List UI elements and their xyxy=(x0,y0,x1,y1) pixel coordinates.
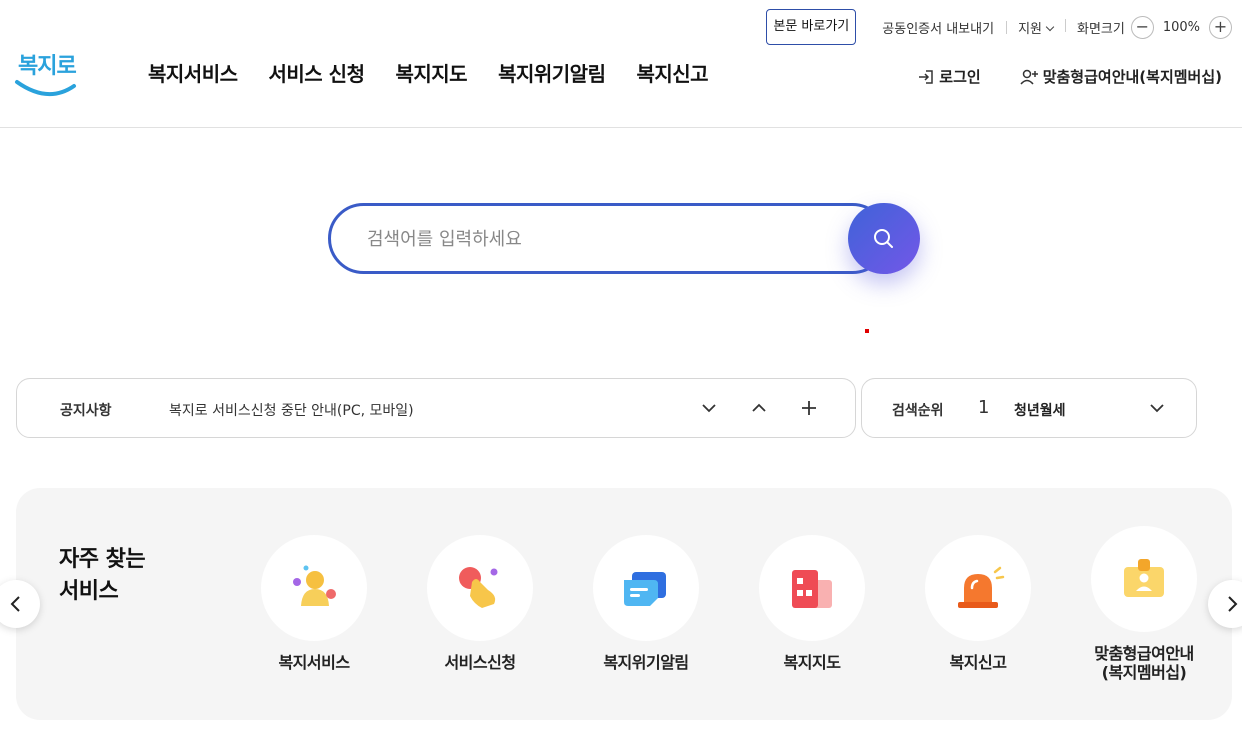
service-item-report[interactable]: 복지신고 xyxy=(925,535,1031,672)
support-menu[interactable]: 지원 xyxy=(1006,18,1065,37)
notice-bar: 공지사항 복지로 서비스신청 중단 안내(PC, 모바일) xyxy=(16,378,856,438)
service-label: 맞춤형급여안내 (복지멤버십) xyxy=(1091,644,1197,682)
service-item-apply[interactable]: 서비스신청 xyxy=(427,535,533,672)
service-label-line-2: (복지멤버십) xyxy=(1101,663,1187,682)
ranking-label: 검색순위 xyxy=(892,403,944,419)
service-item-crisis-alert[interactable]: 복지위기알림 xyxy=(593,535,699,672)
service-label: 복지서비스 xyxy=(278,653,350,672)
nav-welfare-service[interactable]: 복지서비스 xyxy=(148,58,238,87)
plus-icon xyxy=(802,401,816,415)
service-icon-circle xyxy=(759,535,865,641)
chevron-down-icon xyxy=(702,404,716,413)
chevron-left-icon xyxy=(10,596,20,612)
add-user-icon xyxy=(1020,69,1038,85)
service-label-line-1: 맞춤형급여안내 xyxy=(1094,644,1194,663)
notice-prev-button[interactable] xyxy=(746,395,772,421)
notice-label: 공지사항 xyxy=(60,403,112,419)
title-line-1: 자주 찾는 xyxy=(59,547,146,572)
person-icon xyxy=(293,565,336,606)
service-label: 복지지도 xyxy=(783,653,841,672)
service-icon-circle xyxy=(261,535,367,641)
nav-crisis-alert[interactable]: 복지위기알림 xyxy=(498,58,606,87)
zoom-out-button[interactable]: − xyxy=(1130,15,1154,39)
chevron-up-icon xyxy=(752,403,766,412)
service-label: 서비스신청 xyxy=(444,653,516,672)
membership-label: 맞춤형급여안내(복지멤버십) xyxy=(1042,68,1222,86)
cert-export-link[interactable]: 공동인증서 내보내기 xyxy=(870,18,1006,37)
service-icon-circle xyxy=(593,535,699,641)
zoom-label: 화면크기 xyxy=(1076,21,1125,37)
chevron-down-icon xyxy=(1045,22,1055,31)
service-item-welfare[interactable]: 복지서비스 xyxy=(261,535,367,672)
member-links: 로그인 맞춤형급여안내(복지멤버십) xyxy=(917,66,1222,87)
skip-to-content-link[interactable]: 본문 바로가기 xyxy=(766,9,857,45)
map-blocks-icon xyxy=(792,570,832,608)
search-button[interactable] xyxy=(848,203,920,274)
ranking-expand-button[interactable] xyxy=(1144,395,1170,421)
nav-service-apply[interactable]: 서비스 신청 xyxy=(269,58,365,87)
nav-welfare-map[interactable]: 복지지도 xyxy=(395,58,467,87)
ranking-keyword[interactable]: 청년월세 xyxy=(1014,400,1066,420)
hand-tap-icon xyxy=(459,567,498,608)
zoom-control: 화면크기 − 100% + xyxy=(1064,15,1232,39)
chevron-right-icon xyxy=(1228,596,1238,612)
service-icon-circle xyxy=(1091,526,1197,632)
support-label: 지원 xyxy=(1018,21,1042,37)
siren-icon xyxy=(958,566,1005,608)
service-label: 복지신고 xyxy=(949,653,1007,672)
frequent-services: 자주 찾는 서비스 복지서비스 서비스신청 복지위기알림 복지지도 복지신고 맞… xyxy=(16,488,1232,720)
login-label: 로그인 xyxy=(939,68,981,86)
nav-welfare-report[interactable]: 복지신고 xyxy=(636,58,708,87)
service-label: 복지위기알림 xyxy=(603,653,689,672)
search-icon xyxy=(874,228,893,248)
search-ranking: 검색순위 1 청년월세 xyxy=(861,378,1197,438)
frequent-services-title: 자주 찾는 서비스 xyxy=(59,544,146,608)
search-input[interactable] xyxy=(367,224,837,254)
logo-smile-icon xyxy=(15,80,76,97)
login-icon xyxy=(919,69,934,84)
chevron-down-icon xyxy=(1150,404,1164,413)
message-icon xyxy=(624,572,666,606)
logo[interactable]: 복지로 xyxy=(14,48,80,100)
search-box xyxy=(328,203,888,274)
marker-dot xyxy=(865,329,869,333)
header-divider xyxy=(0,127,1242,128)
notice-more-button[interactable] xyxy=(796,395,822,421)
title-line-2: 서비스 xyxy=(59,579,119,604)
id-card-icon xyxy=(1124,559,1164,597)
service-item-map[interactable]: 복지지도 xyxy=(759,535,865,672)
zoom-value: 100% xyxy=(1162,19,1200,35)
notice-next-button[interactable] xyxy=(696,395,722,421)
main-nav: 복지서비스 서비스 신청 복지지도 복지위기알림 복지신고 xyxy=(148,58,709,87)
zoom-in-button[interactable]: + xyxy=(1209,15,1232,39)
service-item-membership[interactable]: 맞춤형급여안내 (복지멤버십) xyxy=(1091,526,1197,682)
service-icon-circle xyxy=(427,535,533,641)
login-link[interactable]: 로그인 xyxy=(917,66,981,87)
service-icon-circle xyxy=(925,535,1031,641)
utility-bar: 본문 바로가기 공동인증서 내보내기 지원 화면크기 − 100% + xyxy=(766,9,1232,45)
membership-link[interactable]: 맞춤형급여안내(복지멤버십) xyxy=(1019,66,1222,87)
ranking-number: 1 xyxy=(978,397,990,418)
notice-text[interactable]: 복지로 서비스신청 중단 안내(PC, 모바일) xyxy=(169,400,414,420)
